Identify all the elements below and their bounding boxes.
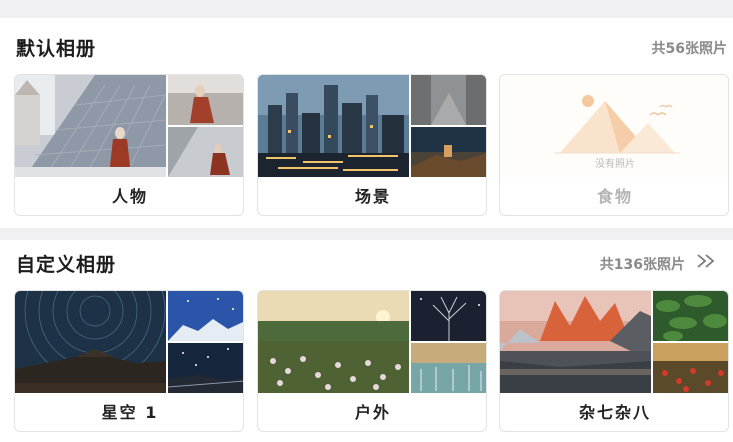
top-divider xyxy=(0,0,733,18)
starry-cover-thumb-2 xyxy=(168,343,243,393)
album-card-starry-sky[interactable]: 星空 1 xyxy=(14,290,244,432)
album-name-starry-sky: 星空 1 xyxy=(101,403,159,422)
outdoor-cover-thumb-1 xyxy=(411,291,486,341)
album-card-scenes[interactable]: 场景 xyxy=(257,74,487,216)
album-name-outdoor: 户外 xyxy=(354,403,391,422)
starry-cover-main xyxy=(15,291,166,393)
default-albums-count: 共56张照片 xyxy=(651,41,727,57)
people-cover-thumb-2 xyxy=(168,127,243,177)
album-thumbnails xyxy=(258,75,486,177)
album-name-food: 食物 xyxy=(596,187,633,206)
album-card-food[interactable]: 没有照片 食物 xyxy=(499,74,729,216)
scenes-cover-main xyxy=(258,75,409,177)
custom-albums-count: 共136张照片 xyxy=(599,257,685,273)
empty-album-text: 没有照片 xyxy=(595,159,635,170)
default-albums-header: 默认相册 共56张照片 xyxy=(0,24,733,68)
double-chevron-right-icon[interactable] xyxy=(695,252,717,270)
album-thumbnails xyxy=(15,291,243,393)
starry-cover-thumb-1 xyxy=(168,291,243,341)
album-card-people[interactable]: 人物 xyxy=(14,74,244,216)
outdoor-cover-thumb-2 xyxy=(411,343,486,393)
misc-cover-main xyxy=(500,291,651,393)
default-albums-title: 默认相册 xyxy=(16,38,97,60)
custom-albums-title: 自定义相册 xyxy=(16,254,117,276)
section-divider xyxy=(0,228,733,240)
scenes-cover-thumb-1 xyxy=(411,75,486,125)
people-cover-thumb-1 xyxy=(168,75,243,125)
album-card-outdoor[interactable]: 户外 xyxy=(257,290,487,432)
misc-cover-thumb-2 xyxy=(653,343,728,393)
outdoor-cover-main xyxy=(258,291,409,393)
custom-albums-header[interactable]: 自定义相册 共136张照片 xyxy=(0,240,733,284)
album-name-people: 人物 xyxy=(111,187,148,206)
people-cover-main xyxy=(15,75,166,177)
misc-cover-thumb-1 xyxy=(653,291,728,341)
scenes-cover-thumb-2 xyxy=(411,127,486,177)
album-thumbnails xyxy=(258,291,486,393)
album-name-scenes: 场景 xyxy=(354,187,391,206)
food-empty-cover: 没有照片 xyxy=(500,75,728,177)
album-name-misc: 杂七杂八 xyxy=(578,403,651,422)
album-card-misc[interactable]: 杂七杂八 xyxy=(499,290,729,432)
album-thumbnails xyxy=(500,291,728,393)
album-thumbnails xyxy=(15,75,243,177)
